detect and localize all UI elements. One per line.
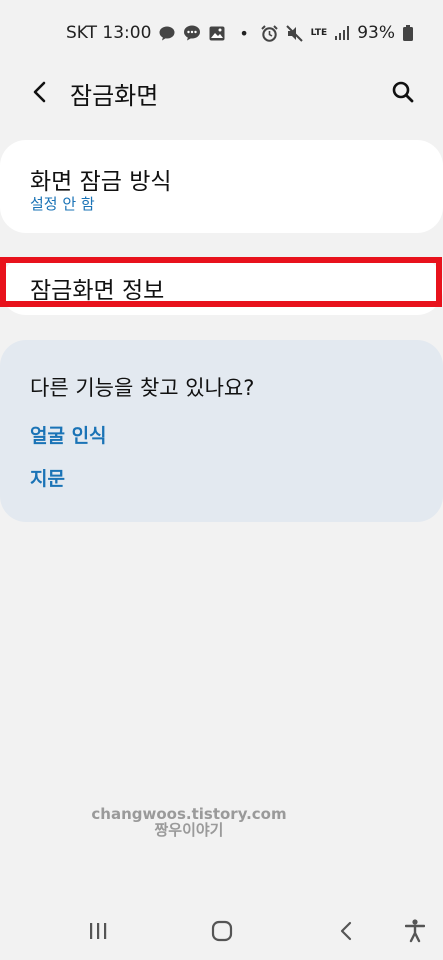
face-recognition-link[interactable]: 얼굴 인식 bbox=[30, 421, 107, 448]
suggestions-card: 다른 기능을 찾고 있나요? 얼굴 인식 지문 bbox=[0, 340, 443, 522]
suggestions-heading: 다른 기능을 찾고 있나요? bbox=[30, 376, 255, 400]
recents-icon bbox=[90, 923, 107, 939]
screen-lock-type-title: 화면 잠금 방식 bbox=[30, 169, 172, 195]
back-button[interactable] bbox=[26, 78, 54, 106]
watermark-blog-name: 짱우이야기 bbox=[154, 821, 224, 839]
notification-dot-icon: • bbox=[239, 23, 249, 43]
screen-lock-type-card[interactable]: 화면 잠금 방식 bbox=[0, 140, 443, 233]
nav-back-button[interactable] bbox=[331, 918, 361, 944]
navigation-bar bbox=[0, 900, 443, 960]
back-chevron-icon bbox=[33, 81, 46, 103]
watermark: changwoos.tistory.com 짱우이야기 bbox=[0, 806, 378, 838]
status-bar-left: SKT 13:00 • bbox=[66, 23, 249, 43]
signal-icon bbox=[335, 26, 350, 40]
status-bar: SKT 13:00 • LTE 93% bbox=[0, 0, 443, 66]
gallery-icon bbox=[209, 26, 225, 41]
search-icon bbox=[392, 81, 414, 103]
home-icon bbox=[211, 920, 233, 942]
home-button[interactable] bbox=[207, 918, 237, 944]
accessibility-icon bbox=[405, 919, 425, 943]
accessibility-button[interactable] bbox=[400, 918, 430, 944]
highlight-box bbox=[0, 257, 442, 307]
alarm-icon bbox=[260, 24, 278, 42]
search-button[interactable] bbox=[388, 77, 418, 107]
back-icon bbox=[340, 921, 352, 941]
fingerprint-link[interactable]: 지문 bbox=[30, 464, 65, 491]
carrier-time: SKT 13:00 bbox=[66, 23, 152, 43]
battery-percent: 93% bbox=[357, 23, 395, 43]
battery-icon bbox=[403, 25, 413, 41]
recents-button[interactable] bbox=[83, 918, 113, 944]
screen-lock-type-value: 설정 안 함 bbox=[30, 195, 95, 213]
status-bar-right: LTE 93% bbox=[260, 23, 413, 43]
watermark-url: changwoos.tistory.com bbox=[91, 805, 287, 823]
page-title: 잠금화면 bbox=[70, 82, 159, 110]
message-icon bbox=[183, 25, 201, 41]
app-bar: 잠금화면 bbox=[0, 66, 443, 118]
lte-label: LTE bbox=[310, 28, 328, 38]
mute-icon bbox=[285, 24, 303, 42]
lte-icon: LTE bbox=[310, 28, 328, 38]
talk-icon bbox=[159, 26, 175, 41]
